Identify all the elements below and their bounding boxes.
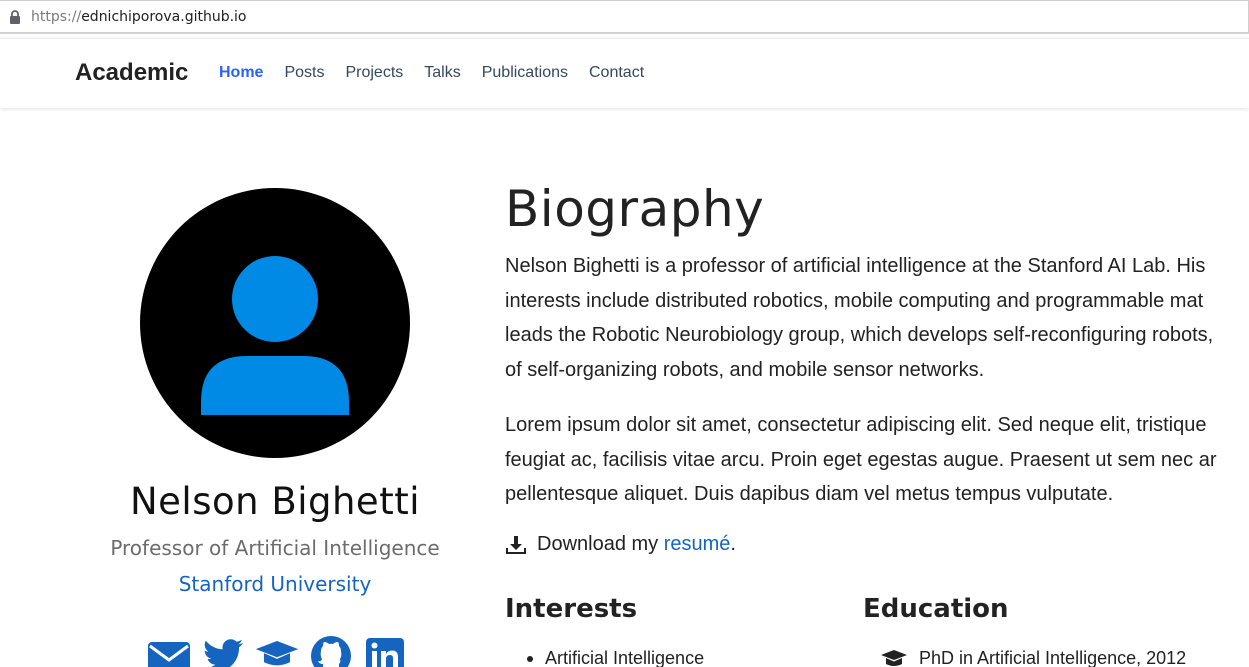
bio-line: Lorem ipsum dolor sit amet, consectetur … bbox=[505, 414, 1207, 436]
graduation-cap-icon bbox=[881, 649, 907, 666]
interests-heading: Interests bbox=[505, 594, 638, 624]
download-suffix: . bbox=[730, 533, 736, 555]
bio-line: Nelson Bighetti is a professor of artifi… bbox=[505, 255, 1206, 277]
browser-address-bar: https://ednichiporova.github.io bbox=[0, 0, 1249, 34]
url-field[interactable]: https://ednichiporova.github.io bbox=[0, 0, 1249, 33]
nav-links: Home Posts Projects Talks Publications C… bbox=[219, 64, 665, 82]
bullet-icon bbox=[527, 655, 533, 662]
site-brand[interactable]: Academic bbox=[75, 59, 188, 87]
nav-link-home[interactable]: Home bbox=[219, 64, 263, 82]
biography-title: Biography bbox=[505, 180, 765, 238]
download-prefix: Download my bbox=[537, 533, 664, 555]
nav-link-talks[interactable]: Talks bbox=[424, 64, 460, 82]
twitter-icon[interactable] bbox=[201, 634, 245, 667]
url-host: ednichiporova.github.io bbox=[81, 9, 247, 25]
github-icon[interactable] bbox=[309, 634, 353, 667]
resume-link[interactable]: resumé bbox=[664, 533, 731, 556]
bio-line: leads the Robotic Neurobiology group, wh… bbox=[505, 324, 1214, 346]
profile-role: Professor of Artificial Intelligence bbox=[110, 536, 440, 560]
download-resume: Download my resumé. bbox=[505, 533, 736, 556]
interest-item: Artificial Intelligence bbox=[527, 648, 704, 667]
download-icon bbox=[506, 535, 526, 554]
profile-name: Nelson Bighetti bbox=[129, 480, 420, 523]
interest-label: Artificial Intelligence bbox=[545, 648, 705, 667]
biography-paragraph-1: Nelson Bighetti is a professor of artifi… bbox=[505, 249, 1249, 387]
education-heading: Education bbox=[863, 594, 1009, 624]
profile-organization-link[interactable]: Stanford University bbox=[0, 572, 550, 596]
nav-link-publications[interactable]: Publications bbox=[482, 64, 568, 82]
bio-line: feugiat ac, facilisis vitae arcu. Proin … bbox=[505, 448, 1217, 471]
url-text: https://ednichiporova.github.io bbox=[31, 9, 247, 25]
nav-link-projects[interactable]: Projects bbox=[345, 64, 403, 82]
education-item: PhD in Artificial Intelligence, 2012 bbox=[880, 648, 1186, 667]
avatar bbox=[140, 188, 410, 458]
bio-line: of self-organizing robots, and mobile se… bbox=[505, 358, 985, 381]
education-label: PhD in Artificial Intelligence, 2012 bbox=[919, 648, 1187, 667]
linkedin-icon[interactable] bbox=[363, 634, 407, 667]
lock-icon bbox=[10, 10, 20, 24]
nav-link-posts[interactable]: Posts bbox=[284, 64, 324, 82]
user-avatar-icon bbox=[201, 256, 349, 415]
bio-line: pellentesque aliquet. Duis dapibus diam … bbox=[505, 483, 1114, 505]
biography-paragraph-2: Lorem ipsum dolor sit amet, consectetur … bbox=[505, 408, 1249, 512]
nav-link-contact[interactable]: Contact bbox=[589, 64, 644, 82]
url-scheme: https:// bbox=[31, 9, 82, 25]
envelope-icon[interactable] bbox=[147, 634, 191, 667]
bio-line: interests include distributed robotics, … bbox=[505, 289, 1204, 312]
site-navbar: Academic Home Posts Projects Talks Publi… bbox=[0, 38, 1249, 108]
social-links bbox=[147, 634, 407, 667]
graduation-cap-icon[interactable] bbox=[255, 634, 299, 667]
